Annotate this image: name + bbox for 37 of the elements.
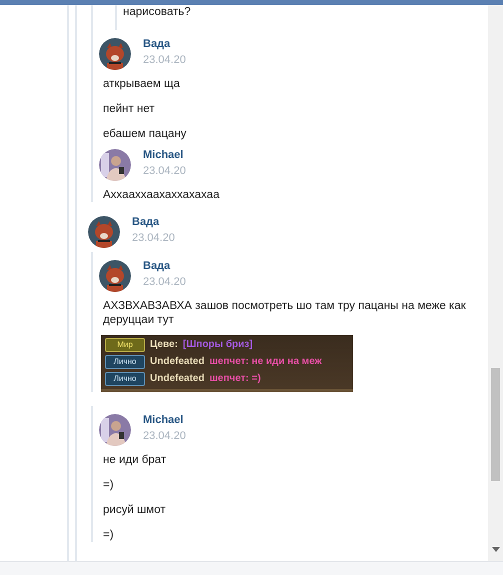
channel-tag: Лично	[105, 372, 145, 386]
message-date: 23.04.20	[143, 430, 186, 442]
message-text: пейнт нет	[103, 102, 156, 116]
player-name: Undefeated	[150, 356, 204, 368]
scrollbar-thumb[interactable]	[491, 368, 500, 481]
message-text: =)	[103, 478, 115, 492]
avatar[interactable]	[99, 260, 131, 292]
message-text: АХЗВХАВЗАВХА зашов посмотреть шо там тру пацаны на меже как деруццаи тут	[103, 299, 467, 327]
avatar[interactable]	[99, 149, 131, 181]
message-date: 23.04.20	[132, 232, 175, 244]
author-name[interactable]: Вада	[143, 38, 186, 50]
scroll-down-icon[interactable]	[492, 547, 500, 552]
channel-tag: Лично	[105, 355, 145, 369]
message-text: =)	[103, 528, 115, 542]
chat-message: шепчет: не иди на меж	[209, 356, 322, 368]
avatar[interactable]	[99, 38, 131, 70]
author-name[interactable]: Вада	[143, 260, 186, 272]
channel-tag: Мир	[105, 338, 145, 352]
player-name: Цеве:	[150, 339, 178, 351]
author-name[interactable]: Michael	[143, 149, 186, 161]
avatar[interactable]	[88, 216, 120, 248]
message-text: Ахxаахxаахаххахахаа	[103, 188, 220, 202]
player-name: Undefeated	[150, 373, 204, 385]
game-chat-screenshot[interactable]: Мир Цеве: [Шпоры бриз] Лично Undefeated шепчет: не иди на меж Лично Undefeated шепчет: =)	[101, 335, 353, 392]
message-date: 23.04.20	[143, 165, 186, 177]
author-name[interactable]: Michael	[143, 414, 186, 426]
message-date: 23.04.20	[143, 276, 186, 288]
message-text: аткрываем ща	[103, 77, 181, 91]
chat-message: [Шпоры бриз]	[182, 339, 253, 351]
message-text: ебашем пацану	[103, 127, 188, 141]
scrollbar[interactable]	[488, 5, 503, 561]
avatar[interactable]	[99, 414, 131, 446]
chat-message: шепчет: =)	[209, 373, 261, 385]
author-name[interactable]: Вада	[132, 216, 175, 228]
message-date: 23.04.20	[143, 54, 186, 66]
message-text: рисуй шмот	[103, 503, 166, 517]
message-text: не иди брат	[103, 453, 168, 467]
